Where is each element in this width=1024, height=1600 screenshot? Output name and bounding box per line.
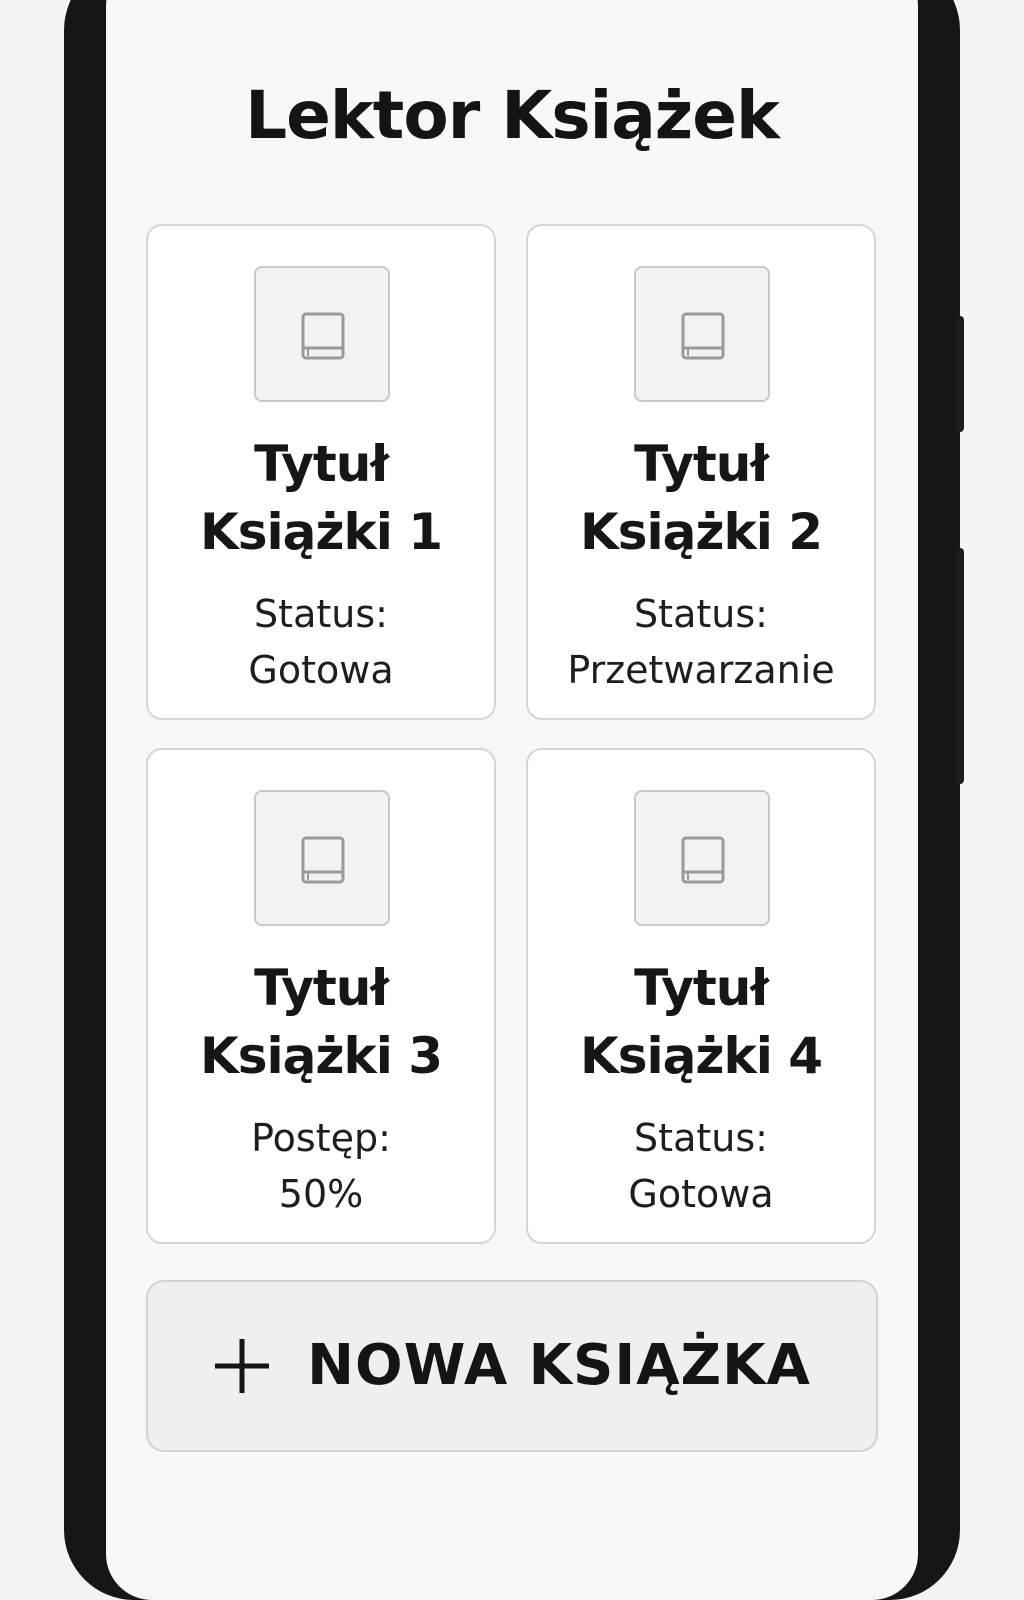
book-icon: [301, 836, 345, 884]
book-card-1[interactable]: Tytuł Książki 1 Status: Gotowa: [146, 224, 496, 720]
phone-side-button-upper: [956, 316, 964, 432]
book-title: Tytuł Książki 1: [199, 435, 443, 561]
book-cover-placeholder: [634, 266, 770, 402]
phone-side-button-lower: [956, 548, 964, 784]
page-title: Lektor Książek: [245, 77, 780, 154]
book-card-2[interactable]: Tytuł Książki 2 Status: Przetwarzanie: [526, 224, 876, 720]
book-cover-placeholder: [254, 790, 390, 926]
plus-icon: [215, 1339, 270, 1393]
book-cover-placeholder: [634, 790, 770, 926]
book-progress: Postęp: 50%: [251, 1116, 391, 1216]
book-status: Status: Gotowa: [628, 1116, 774, 1216]
book-cover-placeholder: [254, 266, 390, 402]
book-icon: [301, 312, 345, 360]
new-book-button-label: NOWA KSIĄŻKA: [307, 1333, 811, 1398]
book-card-3[interactable]: Tytuł Książki 3 Postęp: 50%: [146, 748, 496, 1244]
app-screen: Lektor Książek Tytuł Książki 1 Status: G…: [106, 0, 918, 1600]
book-status: Status: Gotowa: [248, 592, 394, 692]
book-icon: [681, 836, 725, 884]
new-book-button[interactable]: NOWA KSIĄŻKA: [146, 1280, 878, 1452]
book-icon: [681, 312, 725, 360]
book-card-4[interactable]: Tytuł Książki 4 Status: Gotowa: [526, 748, 876, 1244]
book-status: Status: Przetwarzanie: [567, 592, 835, 692]
book-title: Tytuł Książki 4: [579, 959, 823, 1085]
book-title: Tytuł Książki 3: [199, 959, 443, 1085]
book-title: Tytuł Książki 2: [579, 435, 823, 561]
